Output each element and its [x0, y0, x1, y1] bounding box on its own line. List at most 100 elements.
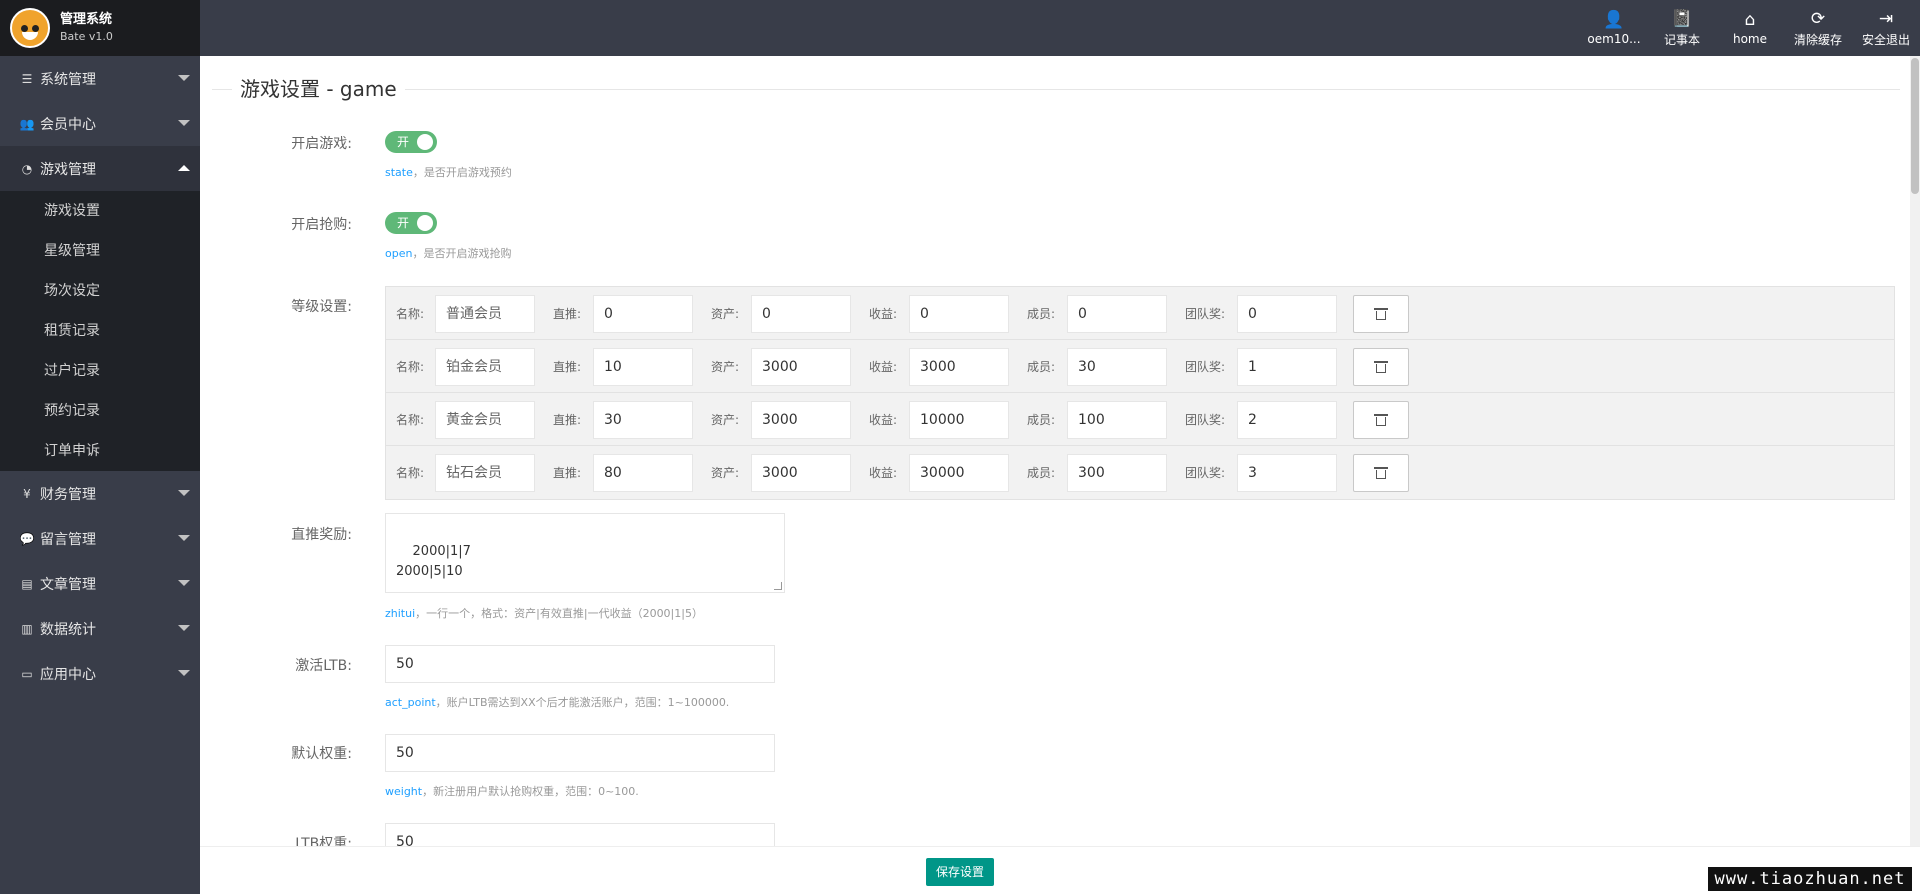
level-income-input[interactable]: 30000: [909, 454, 1009, 492]
header-tools: 👤 oem10... 📓 记事本 ⌂ home ⟳ 清除缓存 ⇥ 安全退出: [1580, 0, 1920, 56]
field-label: 收益:: [869, 466, 898, 480]
field-label: 团队奖:: [1185, 413, 1226, 427]
sidebar-subitem-star-levels[interactable]: 星级管理: [0, 231, 200, 271]
field-label: 团队奖:: [1185, 307, 1226, 321]
sidebar-item-game[interactable]: ◔ 游戏管理: [0, 146, 200, 191]
hint-text: ，一行一个，格式：资产|有效直推|一代收益（2000|1|5）: [415, 607, 703, 620]
level-team-input[interactable]: 2: [1237, 401, 1337, 439]
sidebar: 管理系统 Bate v1.0 ☰ 系统管理 👥 会员中心 ◔ 游戏管理 游戏设置…: [0, 0, 200, 894]
chevron-down-icon: [178, 75, 190, 81]
level-member-input[interactable]: 300: [1067, 454, 1167, 492]
hint-key: state: [385, 166, 413, 179]
logout-button[interactable]: ⇥ 安全退出: [1852, 0, 1920, 56]
clear-cache-button[interactable]: ⟳ 清除缓存: [1784, 0, 1852, 56]
level-zhitui-input[interactable]: 10: [593, 348, 693, 386]
level-income-input[interactable]: 3000: [909, 348, 1009, 386]
level-team-input[interactable]: 1: [1237, 348, 1337, 386]
sidebar-item-messages[interactable]: 💬 留言管理: [0, 516, 200, 561]
zhitui-label: 直推奖励:: [291, 527, 352, 543]
delete-level-button[interactable]: [1353, 401, 1409, 439]
tool-label: home: [1732, 32, 1768, 46]
switch-text: 开: [397, 216, 410, 230]
scrollbar-thumb[interactable]: [1911, 58, 1919, 194]
level-income-input[interactable]: 10000: [909, 401, 1009, 439]
level-name-input[interactable]: 黄金会员: [435, 401, 535, 439]
sidebar-item-apps[interactable]: ▭ 应用中心: [0, 651, 200, 696]
level-member-input[interactable]: 0: [1067, 295, 1167, 333]
ltb-weight-input[interactable]: 50: [385, 823, 775, 846]
level-asset-input[interactable]: 0: [751, 295, 851, 333]
trash-icon: [1374, 414, 1388, 426]
ltb-weight-label: LTB权重:: [295, 836, 352, 846]
delete-level-button[interactable]: [1353, 348, 1409, 386]
sidebar-item-label: 应用中心: [40, 666, 96, 683]
level-asset-input[interactable]: 3000: [751, 401, 851, 439]
level-zhitui-input[interactable]: 80: [593, 454, 693, 492]
field-label: 名称:: [396, 307, 425, 321]
level-name-input[interactable]: 钻石会员: [435, 454, 535, 492]
sidebar-item-system[interactable]: ☰ 系统管理: [0, 56, 200, 101]
sign-out-icon: ⇥: [1878, 8, 1894, 29]
brand[interactable]: 管理系统 Bate v1.0: [0, 0, 200, 56]
level-zhitui-input[interactable]: 30: [593, 401, 693, 439]
sidebar-item-articles[interactable]: ▤ 文章管理: [0, 561, 200, 606]
open-switch[interactable]: 开: [385, 212, 437, 234]
delete-level-button[interactable]: [1353, 454, 1409, 492]
field-label: 团队奖:: [1185, 466, 1226, 480]
resize-handle-icon[interactable]: [774, 582, 782, 590]
field-label: 名称:: [396, 466, 425, 480]
dashboard-icon: ◔: [21, 161, 33, 176]
save-settings-button[interactable]: 保存设置: [926, 858, 994, 886]
level-member-input[interactable]: 30: [1067, 348, 1167, 386]
field-label: 成员:: [1027, 360, 1056, 374]
level-team-input[interactable]: 3: [1237, 454, 1337, 492]
zhitui-textarea[interactable]: 2000|1|7 2000|5|10: [385, 513, 785, 593]
state-label: 开启游戏:: [291, 136, 352, 152]
home-button[interactable]: ⌂ home: [1716, 0, 1784, 56]
sidebar-item-label: 文章管理: [40, 576, 96, 593]
sidebar-item-statistics[interactable]: ▥ 数据统计: [0, 606, 200, 651]
main-scrollbar[interactable]: [1910, 56, 1920, 846]
level-name-input[interactable]: 普通会员: [435, 295, 535, 333]
level-asset-input[interactable]: 3000: [751, 348, 851, 386]
level-income-input[interactable]: 0: [909, 295, 1009, 333]
field-label: 名称:: [396, 413, 425, 427]
state-switch[interactable]: 开: [385, 131, 437, 153]
users-icon: 👥: [19, 116, 35, 131]
user-menu-button[interactable]: 👤 oem10...: [1580, 0, 1648, 56]
sidebar-subitem-game-settings[interactable]: 游戏设置: [0, 191, 200, 231]
hint-text: ，账户LTB需达到XX个后才能激活账户，范围：1~100000.: [435, 696, 730, 709]
field-label: 资产:: [711, 466, 740, 480]
delete-level-button[interactable]: [1353, 295, 1409, 333]
sidebar-item-label: 会员中心: [40, 116, 96, 133]
weight-input[interactable]: 50: [385, 734, 775, 772]
field-label: 直推:: [553, 360, 582, 374]
tool-label: oem10...: [1587, 32, 1641, 46]
sidebar-subitem-sessions[interactable]: 场次设定: [0, 271, 200, 311]
notepad-button[interactable]: 📓 记事本: [1648, 0, 1716, 56]
sidebar-item-members[interactable]: 👥 会员中心: [0, 101, 200, 146]
sidebar-subitem-rental-records[interactable]: 租赁记录: [0, 311, 200, 351]
level-team-input[interactable]: 0: [1237, 295, 1337, 333]
sidebar-item-finance[interactable]: ¥ 财务管理: [0, 471, 200, 516]
tool-label: 记事本: [1663, 32, 1700, 47]
comments-icon: 💬: [19, 531, 35, 546]
home-icon: ⌂: [1744, 10, 1756, 30]
field-label: 直推:: [553, 307, 582, 321]
level-asset-input[interactable]: 3000: [751, 454, 851, 492]
field-label: 成员:: [1027, 466, 1056, 480]
level-zhitui-input[interactable]: 0: [593, 295, 693, 333]
top-header: 👤 oem10... 📓 记事本 ⌂ home ⟳ 清除缓存 ⇥ 安全退出: [200, 0, 1920, 56]
sidebar-subitem-booking-records[interactable]: 预约记录: [0, 391, 200, 431]
file-icon: ▤: [21, 576, 33, 591]
sidebar-subitem-order-appeals[interactable]: 订单申诉: [0, 431, 200, 471]
level-member-input[interactable]: 100: [1067, 401, 1167, 439]
level-name-input[interactable]: 铂金会员: [435, 348, 535, 386]
hint-text: ，是否开启游戏预约: [412, 166, 512, 179]
open-hint: open，是否开启游戏抢购: [385, 245, 511, 261]
field-label: 成员:: [1027, 307, 1056, 321]
sidebar-subitem-transfer-records[interactable]: 过户记录: [0, 351, 200, 391]
hint-text: ，新注册用户默认抢购权重，范围：0~100.: [422, 785, 639, 798]
chevron-down-icon: [178, 535, 190, 541]
act-point-input[interactable]: 50: [385, 645, 775, 683]
